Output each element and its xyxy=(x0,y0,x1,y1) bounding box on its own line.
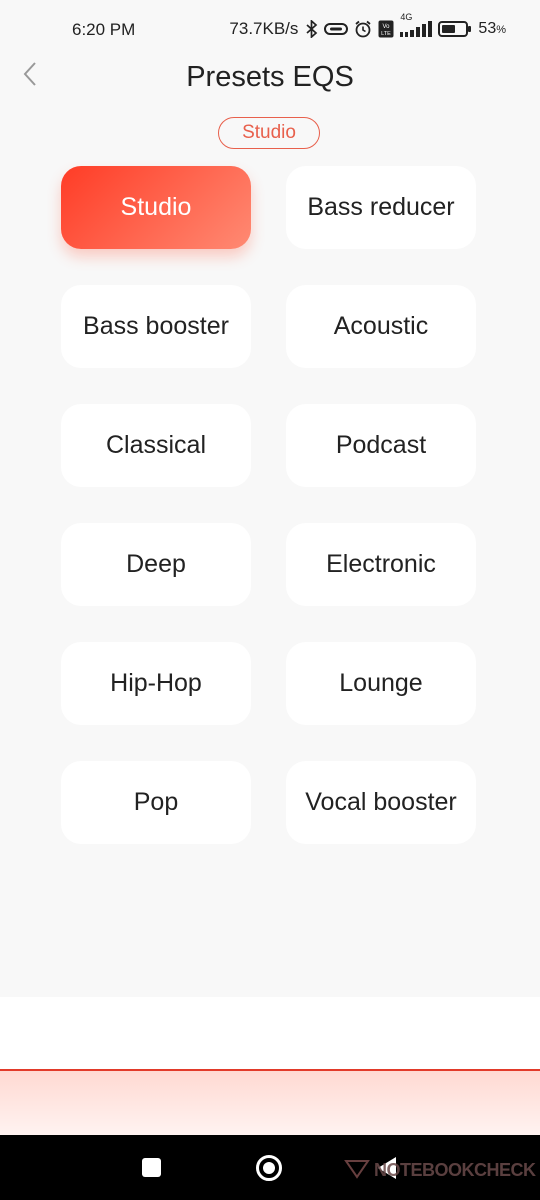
svg-text:Vo: Vo xyxy=(383,24,391,30)
bluetooth-icon xyxy=(306,20,318,38)
battery-percent: 53% xyxy=(478,20,506,37)
preset-deep-button[interactable]: Deep xyxy=(61,523,251,606)
network-speed: 73.7KB/s xyxy=(229,19,299,38)
preset-podcast-button[interactable]: Podcast xyxy=(286,404,476,487)
preset-vocal-booster-button[interactable]: Vocal booster xyxy=(286,761,476,844)
preset-studio-button[interactable]: Studio xyxy=(61,166,251,249)
preset-pop-button[interactable]: Pop xyxy=(61,761,251,844)
watermark-text: NOTEBOOKCHECK xyxy=(374,1159,536,1180)
presets-eqs-screen: 6:20 PM 73.7KB/s Vo LTE 4G 53% Presets E… xyxy=(0,0,540,1200)
preset-classical-button[interactable]: Classical xyxy=(61,404,251,487)
status-time: 6:20 PM xyxy=(72,20,136,39)
watermark: NOTEBOOKCHECK xyxy=(344,1150,536,1190)
home-button[interactable] xyxy=(256,1155,282,1181)
bottom-panel xyxy=(0,997,540,1069)
network-type: 4G xyxy=(400,12,413,22)
bottom-accent-band xyxy=(0,1069,540,1135)
back-button[interactable] xyxy=(12,58,48,94)
preset-bass-booster-button[interactable]: Bass booster xyxy=(61,285,251,368)
preset-electronic-button[interactable]: Electronic xyxy=(286,523,476,606)
preset-grid: Studio Bass reducer Bass booster Acousti… xyxy=(61,166,476,844)
status-icons: 73.7KB/s Vo LTE 4G 53% xyxy=(229,12,506,39)
preset-hip-hop-button[interactable]: Hip-Hop xyxy=(61,642,251,725)
alarm-icon xyxy=(354,20,372,38)
preset-lounge-button[interactable]: Lounge xyxy=(286,642,476,725)
status-bar: 6:20 PM 73.7KB/s Vo LTE 4G 53% xyxy=(0,0,540,60)
recents-button[interactable] xyxy=(142,1158,161,1177)
svg-text:LTE: LTE xyxy=(382,31,392,37)
chevron-left-icon xyxy=(22,61,38,92)
battery-icon xyxy=(438,20,472,38)
watermark-logo-icon xyxy=(344,1157,370,1184)
page-title: Presets EQS xyxy=(186,61,354,93)
preset-bass-reducer-button[interactable]: Bass reducer xyxy=(286,166,476,249)
preset-acoustic-button[interactable]: Acoustic xyxy=(286,285,476,368)
link-icon xyxy=(324,22,349,36)
volte-icon: Vo LTE xyxy=(378,20,394,38)
current-preset-chip: Studio xyxy=(218,117,320,149)
signal-icon: 4G xyxy=(400,12,433,38)
